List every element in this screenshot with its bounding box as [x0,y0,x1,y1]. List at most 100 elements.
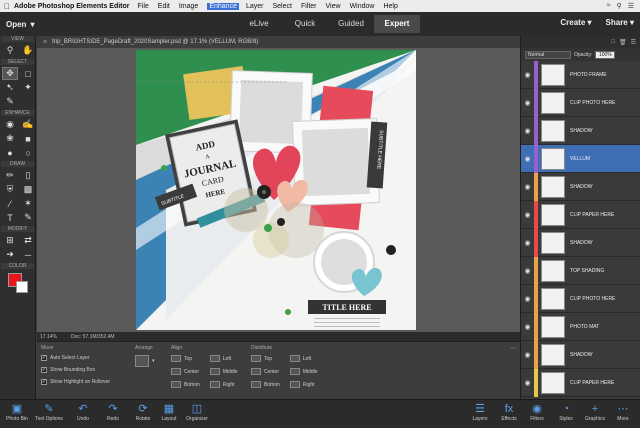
styles-button[interactable]: ◔ Styles [551,403,581,422]
distribute-right-button[interactable]: Right [289,381,318,388]
layer-row[interactable]: ◉ PHOTO MAT [521,312,640,341]
layer-name[interactable]: SHADOW [570,240,593,246]
eye-icon[interactable]: ◉ [521,127,534,135]
layer-row[interactable]: ◉ SHADOW [521,340,640,369]
opacity-field[interactable]: 100% [595,50,616,59]
align-left-button[interactable]: Left [209,355,238,362]
quick-selection-icon[interactable]: ✎ [2,95,18,108]
layer-thumbnail[interactable] [541,231,565,254]
straighten-tool-icon[interactable]: ─ [20,248,36,261]
spot-healing-icon[interactable]: ✍ [20,118,36,131]
arrange-icon[interactable] [135,355,149,367]
layers-button[interactable]: ☰ Layers [465,403,495,422]
layer-name[interactable]: CLIP PAPER HERE [570,212,614,218]
app-name[interactable]: Adobe Photoshop Elements Editor [14,3,130,10]
tab-quick[interactable]: Quick [282,15,328,33]
clone-stamp-icon[interactable]: ■ [20,132,36,145]
eye-icon[interactable]: ◉ [521,323,534,331]
layer-thumbnail[interactable] [541,91,565,114]
layer-name[interactable]: SHADOW [570,352,593,358]
bounding-box-checkbox[interactable]: ✓ [41,367,47,373]
highlight-rollover-checkbox[interactable]: ✓ [41,379,47,385]
menu-edit[interactable]: Edit [158,3,170,10]
tab-expert[interactable]: Expert [374,15,420,33]
menu-file[interactable]: File [138,3,149,10]
layer-row[interactable]: ◉ SHADOW [521,172,640,201]
delete-layer-icon[interactable]: 🗑 [619,39,627,46]
shape-tool-icon[interactable]: ✶ [20,197,36,210]
layer-row[interactable]: ◉ CLIP PHOTO HERE [521,284,640,313]
new-layer-icon[interactable]: □ [611,39,615,45]
eye-icon[interactable]: ◉ [521,155,534,163]
distribute-bottom-button[interactable]: Bottom [251,381,280,388]
organizer-button[interactable]: ◫ Organizer [182,403,212,422]
lasso-tool-icon[interactable]: ➷ [2,81,18,94]
align-bottom-button[interactable]: Bottom [171,381,200,388]
align-center-button[interactable]: Center [171,368,200,375]
undo-button[interactable]: ↶ Undo [68,403,98,422]
open-button[interactable]: Open ▾ [6,20,34,29]
wifi-icon[interactable]: ≈ [607,2,611,10]
menu-select[interactable]: Select [272,3,291,10]
share-button[interactable]: Share ▾ [606,18,634,27]
graphics-button[interactable]: + Graphics [580,403,610,422]
distribute-left-button[interactable]: Left [289,355,318,362]
type-tool-icon[interactable]: T [2,211,18,224]
sponge-tool-icon[interactable]: ○ [20,146,36,159]
blur-tool-icon[interactable]: ● [2,146,18,159]
eye-icon[interactable]: ◉ [521,71,534,79]
magic-wand-icon[interactable]: ✦ [20,81,36,94]
distribute-center-button[interactable]: Center [251,368,280,375]
layer-name[interactable]: CLIP PHOTO HERE [570,100,615,106]
align-top-button[interactable]: Top [171,355,200,362]
content-aware-move-icon[interactable]: ➜ [2,248,18,261]
menu-window[interactable]: Window [350,3,375,10]
close-icon[interactable]: × [43,39,47,46]
layer-name[interactable]: VELLUM [570,156,590,162]
search-icon[interactable]: ⚲ [617,2,622,10]
zoom-tool-icon[interactable]: ⚲ [2,44,18,57]
smart-brush-icon[interactable]: ❀ [2,132,18,145]
pencil-tool-icon[interactable]: ✎ [20,211,36,224]
eye-icon[interactable]: ◉ [521,295,534,303]
tool-options-button[interactable]: ✎ Tool Options [34,403,64,422]
blend-mode-select[interactable]: Normal [525,50,571,59]
control-center-icon[interactable]: ☰ [628,2,634,10]
layer-name[interactable]: SHADOW [570,128,593,134]
layer-row[interactable]: ◉ CLIP PAPER HERE [521,200,640,229]
distribute-top-button[interactable]: Top [251,355,280,362]
document-canvas[interactable]: SUBTITLE HERE ADD A JOURNAL CARD HERE SU… [136,50,416,330]
eye-icon[interactable]: ◉ [521,211,534,219]
layer-thumbnail[interactable] [541,175,565,198]
layer-thumbnail[interactable] [541,371,565,394]
align-middle-button[interactable]: Middle [209,368,238,375]
tab-guided[interactable]: Guided [328,15,374,33]
eye-icon[interactable]: ◉ [521,379,534,387]
paint-bucket-icon[interactable]: ⛨ [2,183,18,196]
layer-thumbnail[interactable] [541,147,565,170]
eye-icon[interactable]: ◉ [521,351,534,359]
hand-tool-icon[interactable]: ✋ [20,44,36,57]
layer-name[interactable]: PHOTO MAT [570,324,599,330]
eyedropper-icon[interactable]: ⁄ [2,197,18,210]
menu-view[interactable]: View [326,3,341,10]
layer-row[interactable]: ◉ CLIP PAPER HERE [521,368,640,397]
eye-icon[interactable]: ◉ [521,267,534,275]
menu-filter[interactable]: Filter [301,3,317,10]
layer-thumbnail[interactable] [541,343,565,366]
recompose-tool-icon[interactable]: ⇄ [20,234,36,247]
align-right-button[interactable]: Right [209,381,238,388]
move-tool-icon[interactable]: ✥ [2,67,18,80]
layer-thumbnail[interactable] [541,63,565,86]
document-tab[interactable]: × trip_BRIGHTSIDE_PageDraft_2020Sampler.… [37,36,520,48]
more-button[interactable]: ⋯ More [608,403,638,422]
layer-name[interactable]: CLIP PHOTO HERE [570,296,615,302]
layer-row[interactable]: ◉ VELLUM [521,144,640,173]
layer-row[interactable]: ◉ SHADOW [521,116,640,145]
menu-help[interactable]: Help [383,3,397,10]
filters-button[interactable]: ◉ Filters [522,403,552,422]
layer-name[interactable]: TOP SHADING [570,268,604,274]
marquee-tool-icon[interactable]: □ [20,67,36,80]
menu-enhance[interactable]: Enhance [207,2,239,10]
eye-icon[interactable]: ◉ [521,183,534,191]
